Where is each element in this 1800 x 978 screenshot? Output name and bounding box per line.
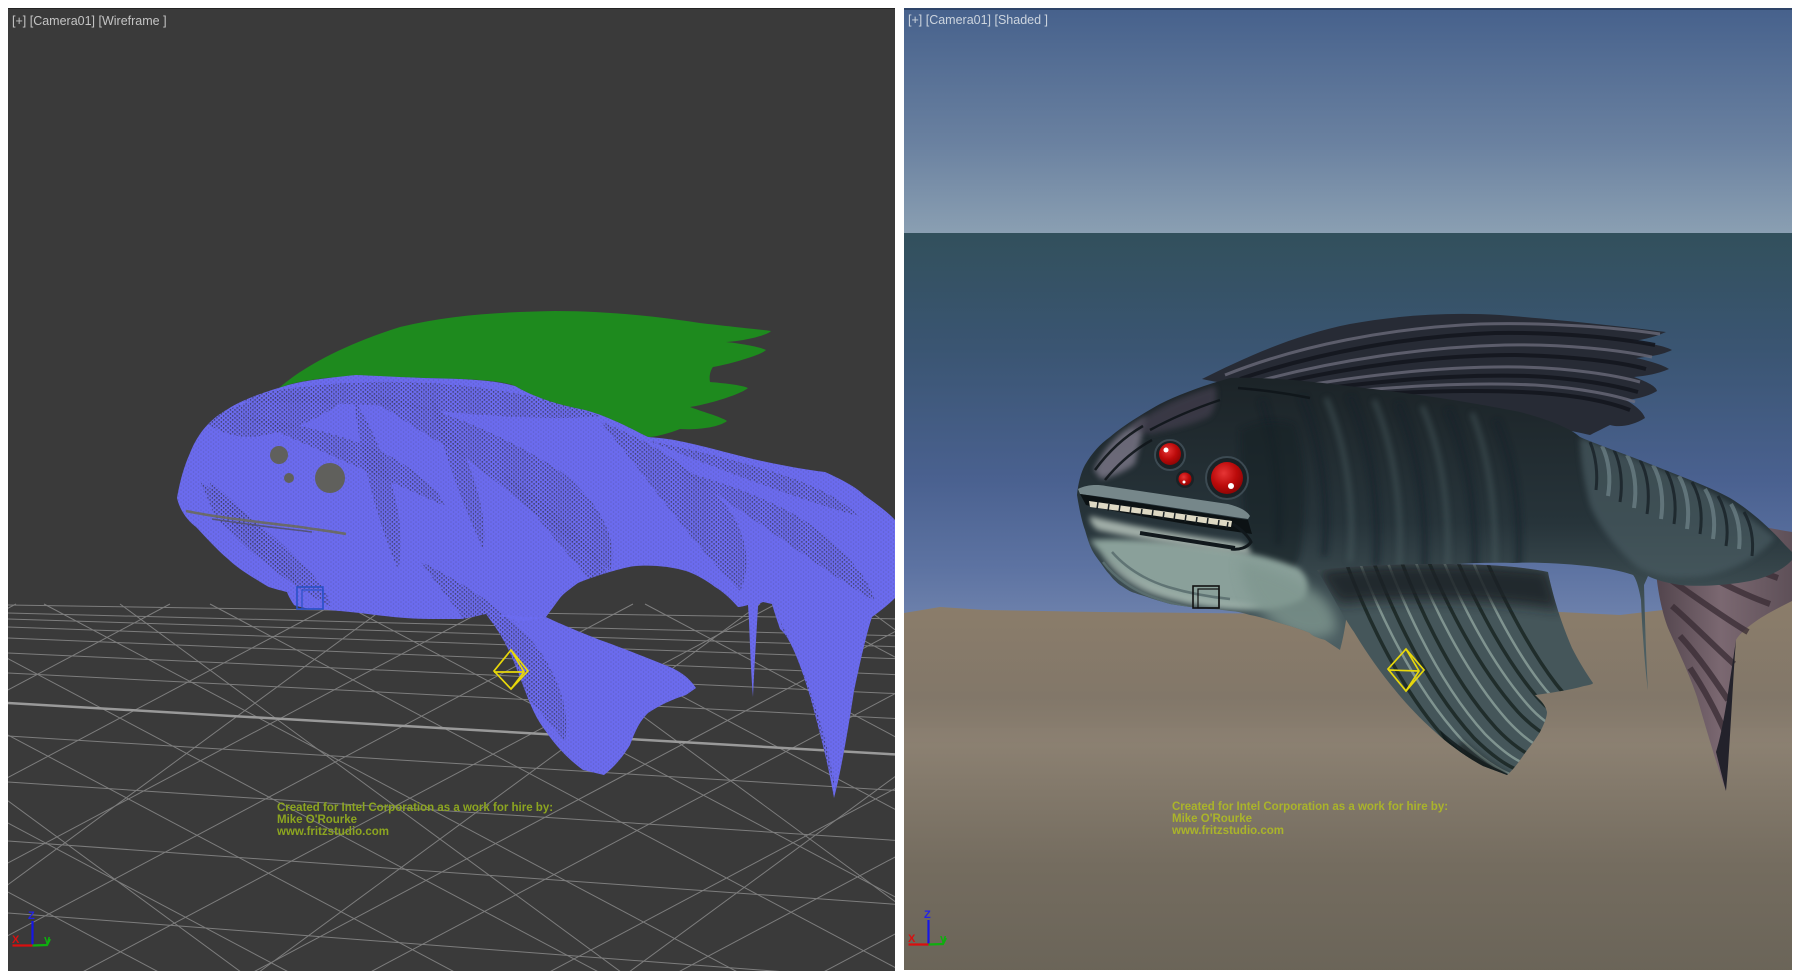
svg-text:Mike O'Rourke: Mike O'Rourke	[1172, 813, 1252, 825]
svg-text:Mike O'Rourke: Mike O'Rourke	[277, 814, 357, 826]
svg-text:y: y	[44, 934, 51, 946]
svg-text:Z: Z	[28, 910, 35, 922]
svg-text:X: X	[12, 934, 20, 946]
svg-text:www.fritzstudio.com: www.fritzstudio.com	[1171, 825, 1284, 837]
svg-text:Created for Intel Corporation: Created for Intel Corporation as a work …	[1172, 801, 1448, 813]
svg-text:Created for Intel Corporation: Created for Intel Corporation as a work …	[277, 802, 553, 814]
svg-text:y: y	[940, 933, 947, 945]
svg-text:Z: Z	[924, 909, 931, 921]
svg-text:www.fritzstudio.com: www.fritzstudio.com	[276, 826, 389, 838]
svg-text:X: X	[908, 933, 916, 945]
